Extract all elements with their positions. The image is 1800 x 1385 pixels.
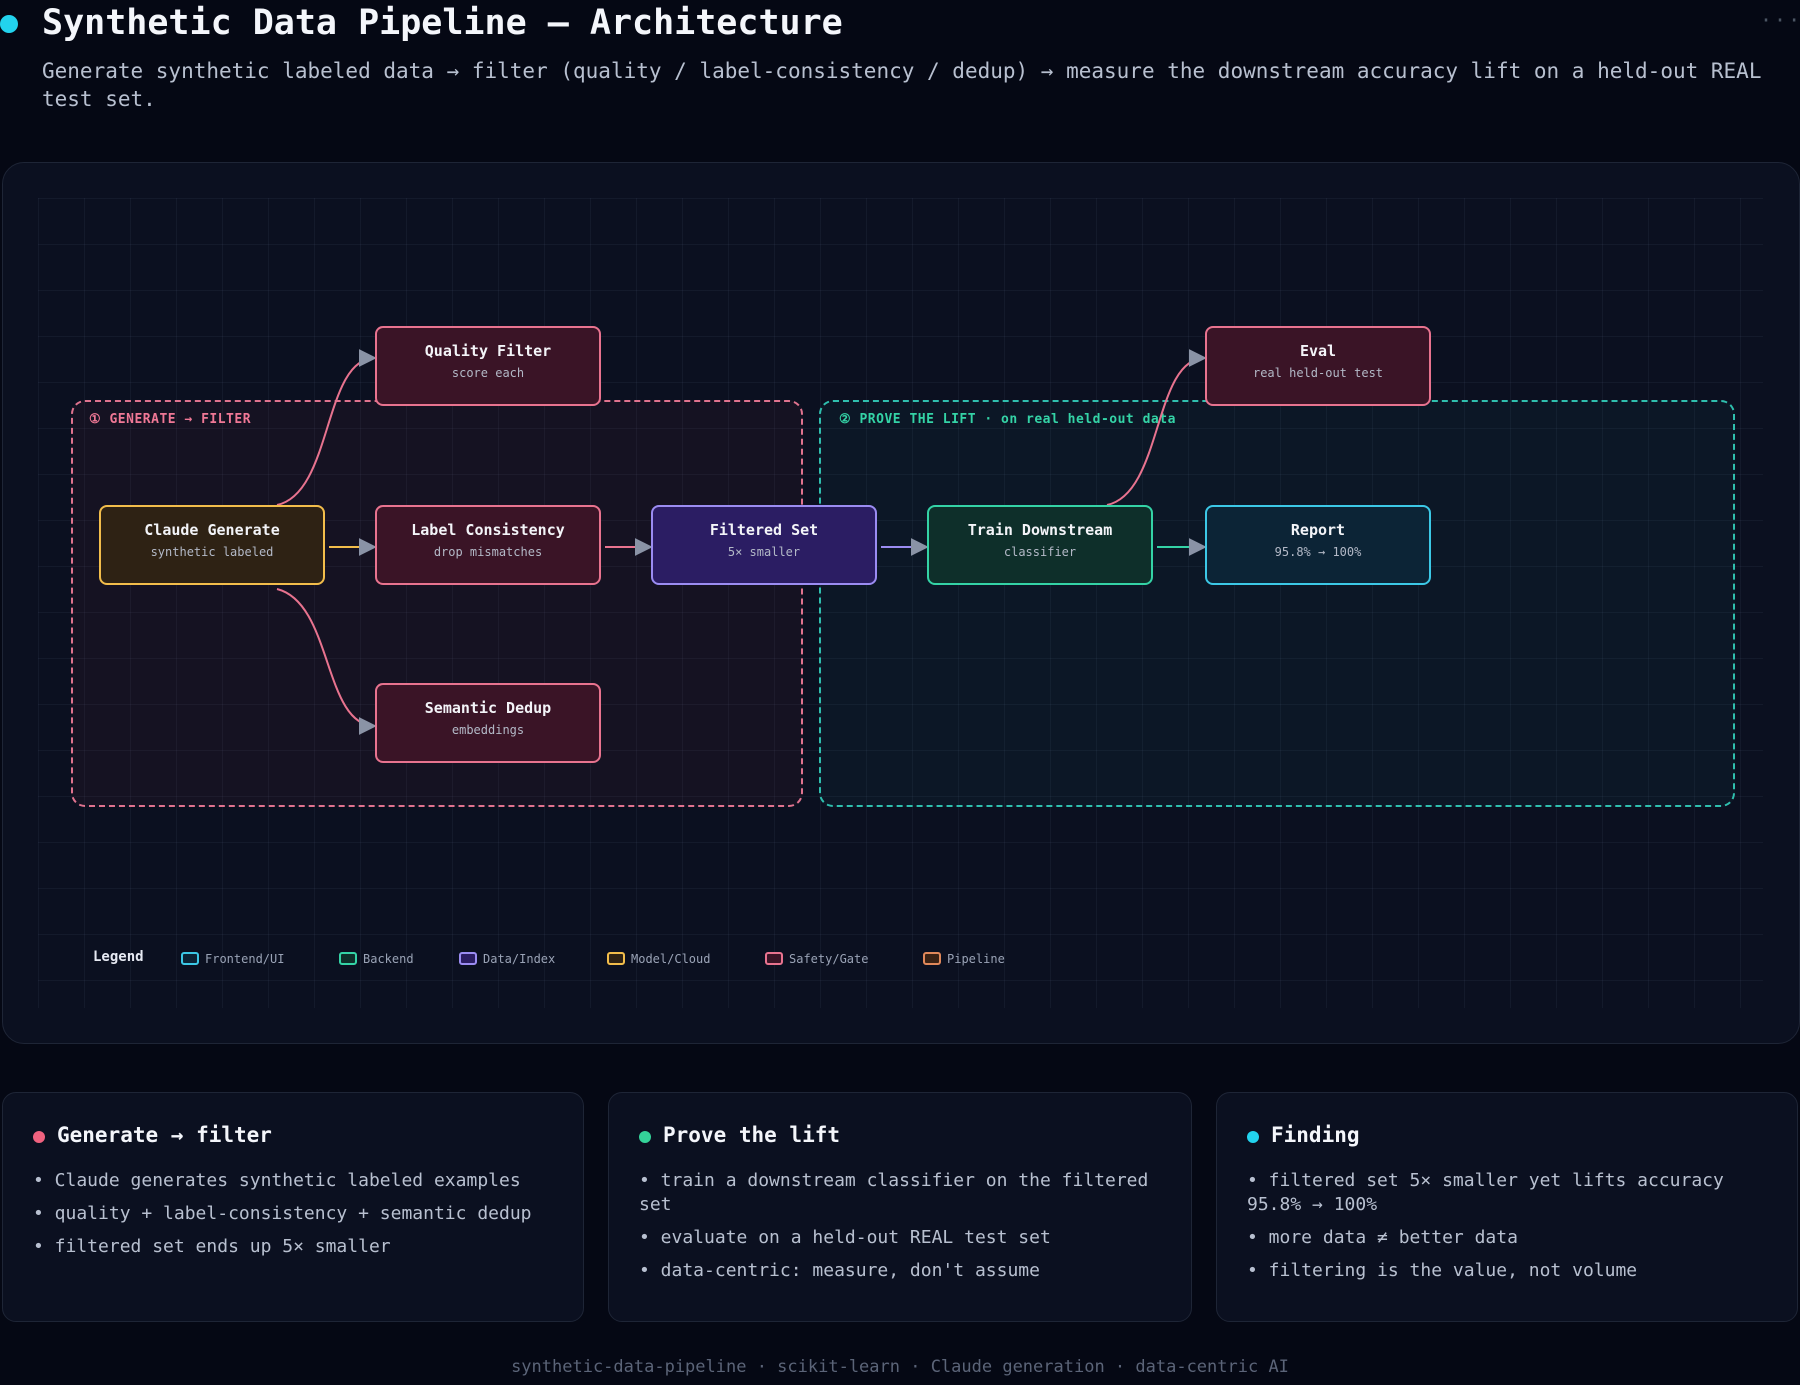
legend-item-safety: Safety/Gate: [765, 949, 868, 969]
node-title: Quality Filter: [424, 342, 552, 360]
legend-swatch: [923, 952, 941, 965]
status-dot-icon: [639, 1131, 651, 1143]
list-item: • filtered set ends up 5× smaller: [33, 1236, 391, 1257]
node-title: Report: [1290, 521, 1346, 539]
node-subtitle: classifier: [1003, 545, 1077, 559]
list-item: • Claude generates synthetic labeled exa…: [33, 1170, 521, 1191]
node-report[interactable]: Report 95.8% → 100%: [1205, 505, 1431, 585]
legend-label: Backend: [363, 952, 414, 966]
node-title: Semantic Dedup: [424, 699, 552, 717]
card-finding: Finding • filtered set 5× smaller yet li…: [1216, 1092, 1798, 1322]
ellipsis-icon[interactable]: ···: [1760, 8, 1800, 32]
card-list: • train a downstream classifier on the f…: [639, 1169, 1169, 1292]
node-filtered-set[interactable]: Filtered Set 5× smaller: [651, 505, 877, 585]
list-item: • quality + label-consistency + semantic…: [33, 1203, 532, 1224]
card-title: Generate → filter: [57, 1123, 272, 1147]
legend-item-backend: Backend: [339, 949, 414, 969]
list-item: • train a downstream classifier on the f…: [639, 1170, 1149, 1215]
node-subtitle: score each: [451, 366, 525, 380]
legend-label: Safety/Gate: [789, 952, 869, 966]
edges: [276, 349, 1207, 735]
legend-label: Data/Index: [483, 952, 556, 966]
node-subtitle: 5× smaller: [727, 545, 801, 559]
footer: synthetic-data-pipeline · scikit-learn ·…: [511, 1357, 1289, 1377]
node-claude-generate[interactable]: Claude Generate synthetic labeled: [99, 505, 325, 585]
status-dot-icon: [1247, 1131, 1259, 1143]
node-quality-filter[interactable]: Quality Filter score each: [375, 326, 601, 406]
card-title: Prove the lift: [663, 1123, 841, 1147]
list-item: • data-centric: measure, don't assume: [639, 1260, 1040, 1281]
node-title: Claude Generate: [144, 521, 280, 539]
edge-train-eval: [1106, 349, 1207, 506]
node-title: Train Downstream: [967, 521, 1113, 539]
list-item: • evaluate on a held-out REAL test set: [639, 1227, 1051, 1248]
legend-title: Legend: [93, 949, 144, 965]
card-generate-filter: Generate → filter • Claude generates syn…: [2, 1092, 584, 1322]
node-title: Eval: [1299, 342, 1337, 360]
legend-swatch: [339, 952, 357, 965]
legend-label: Pipeline: [947, 952, 1005, 966]
node-title: Filtered Set: [709, 521, 819, 539]
node-subtitle: drop mismatches: [433, 545, 543, 559]
edge-generate-quality: [276, 349, 377, 506]
status-dot-icon: [33, 1131, 45, 1143]
list-item: • more data ≠ better data: [1247, 1227, 1518, 1248]
edge-generate-dedup: [276, 588, 377, 735]
header: Synthetic Data Pipeline — Architecture ·…: [0, 0, 1800, 50]
legend-swatch: [765, 952, 783, 965]
card-title: Finding: [1271, 1123, 1360, 1147]
node-eval[interactable]: Eval real held-out test: [1205, 326, 1431, 406]
legend-item-data: Data/Index: [459, 949, 555, 969]
node-train-downstream[interactable]: Train Downstream classifier: [927, 505, 1153, 585]
legend-item-frontend: Frontend/UI: [181, 949, 284, 969]
card-list: • filtered set 5× smaller yet lifts accu…: [1247, 1169, 1747, 1292]
node-title: Label Consistency: [411, 521, 565, 539]
legend-swatch: [459, 952, 477, 965]
legend-item-pipeline: Pipeline: [923, 949, 1005, 969]
page-subtitle: Generate synthetic labeled data → filter…: [42, 59, 1762, 111]
legend-label: Model/Cloud: [631, 952, 711, 966]
legend: Legend Frontend/UI Backend Data/Index Mo…: [3, 949, 1799, 969]
list-item: • filtering is the value, not volume: [1247, 1260, 1638, 1281]
node-subtitle: embeddings: [451, 723, 525, 737]
node-subtitle: 95.8% → 100%: [1274, 545, 1362, 559]
node-semantic-dedup[interactable]: Semantic Dedup embeddings: [375, 683, 601, 763]
status-dot-icon: [0, 15, 18, 33]
legend-swatch: [181, 952, 199, 965]
card-prove-lift: Prove the lift • train a downstream clas…: [608, 1092, 1192, 1322]
node-subtitle: synthetic labeled: [150, 545, 274, 559]
node-subtitle: real held-out test: [1252, 366, 1384, 380]
page-title: Synthetic Data Pipeline — Architecture: [42, 3, 843, 43]
diagram-canvas: ① GENERATE → FILTER ② PROVE THE LIFT · o…: [2, 162, 1800, 1044]
node-label-consistency[interactable]: Label Consistency drop mismatches: [375, 505, 601, 585]
legend-swatch: [607, 952, 625, 965]
legend-item-model: Model/Cloud: [607, 949, 710, 969]
card-list: • Claude generates synthetic labeled exa…: [33, 1169, 532, 1268]
list-item: • filtered set 5× smaller yet lifts accu…: [1247, 1170, 1724, 1215]
legend-label: Frontend/UI: [205, 952, 285, 966]
